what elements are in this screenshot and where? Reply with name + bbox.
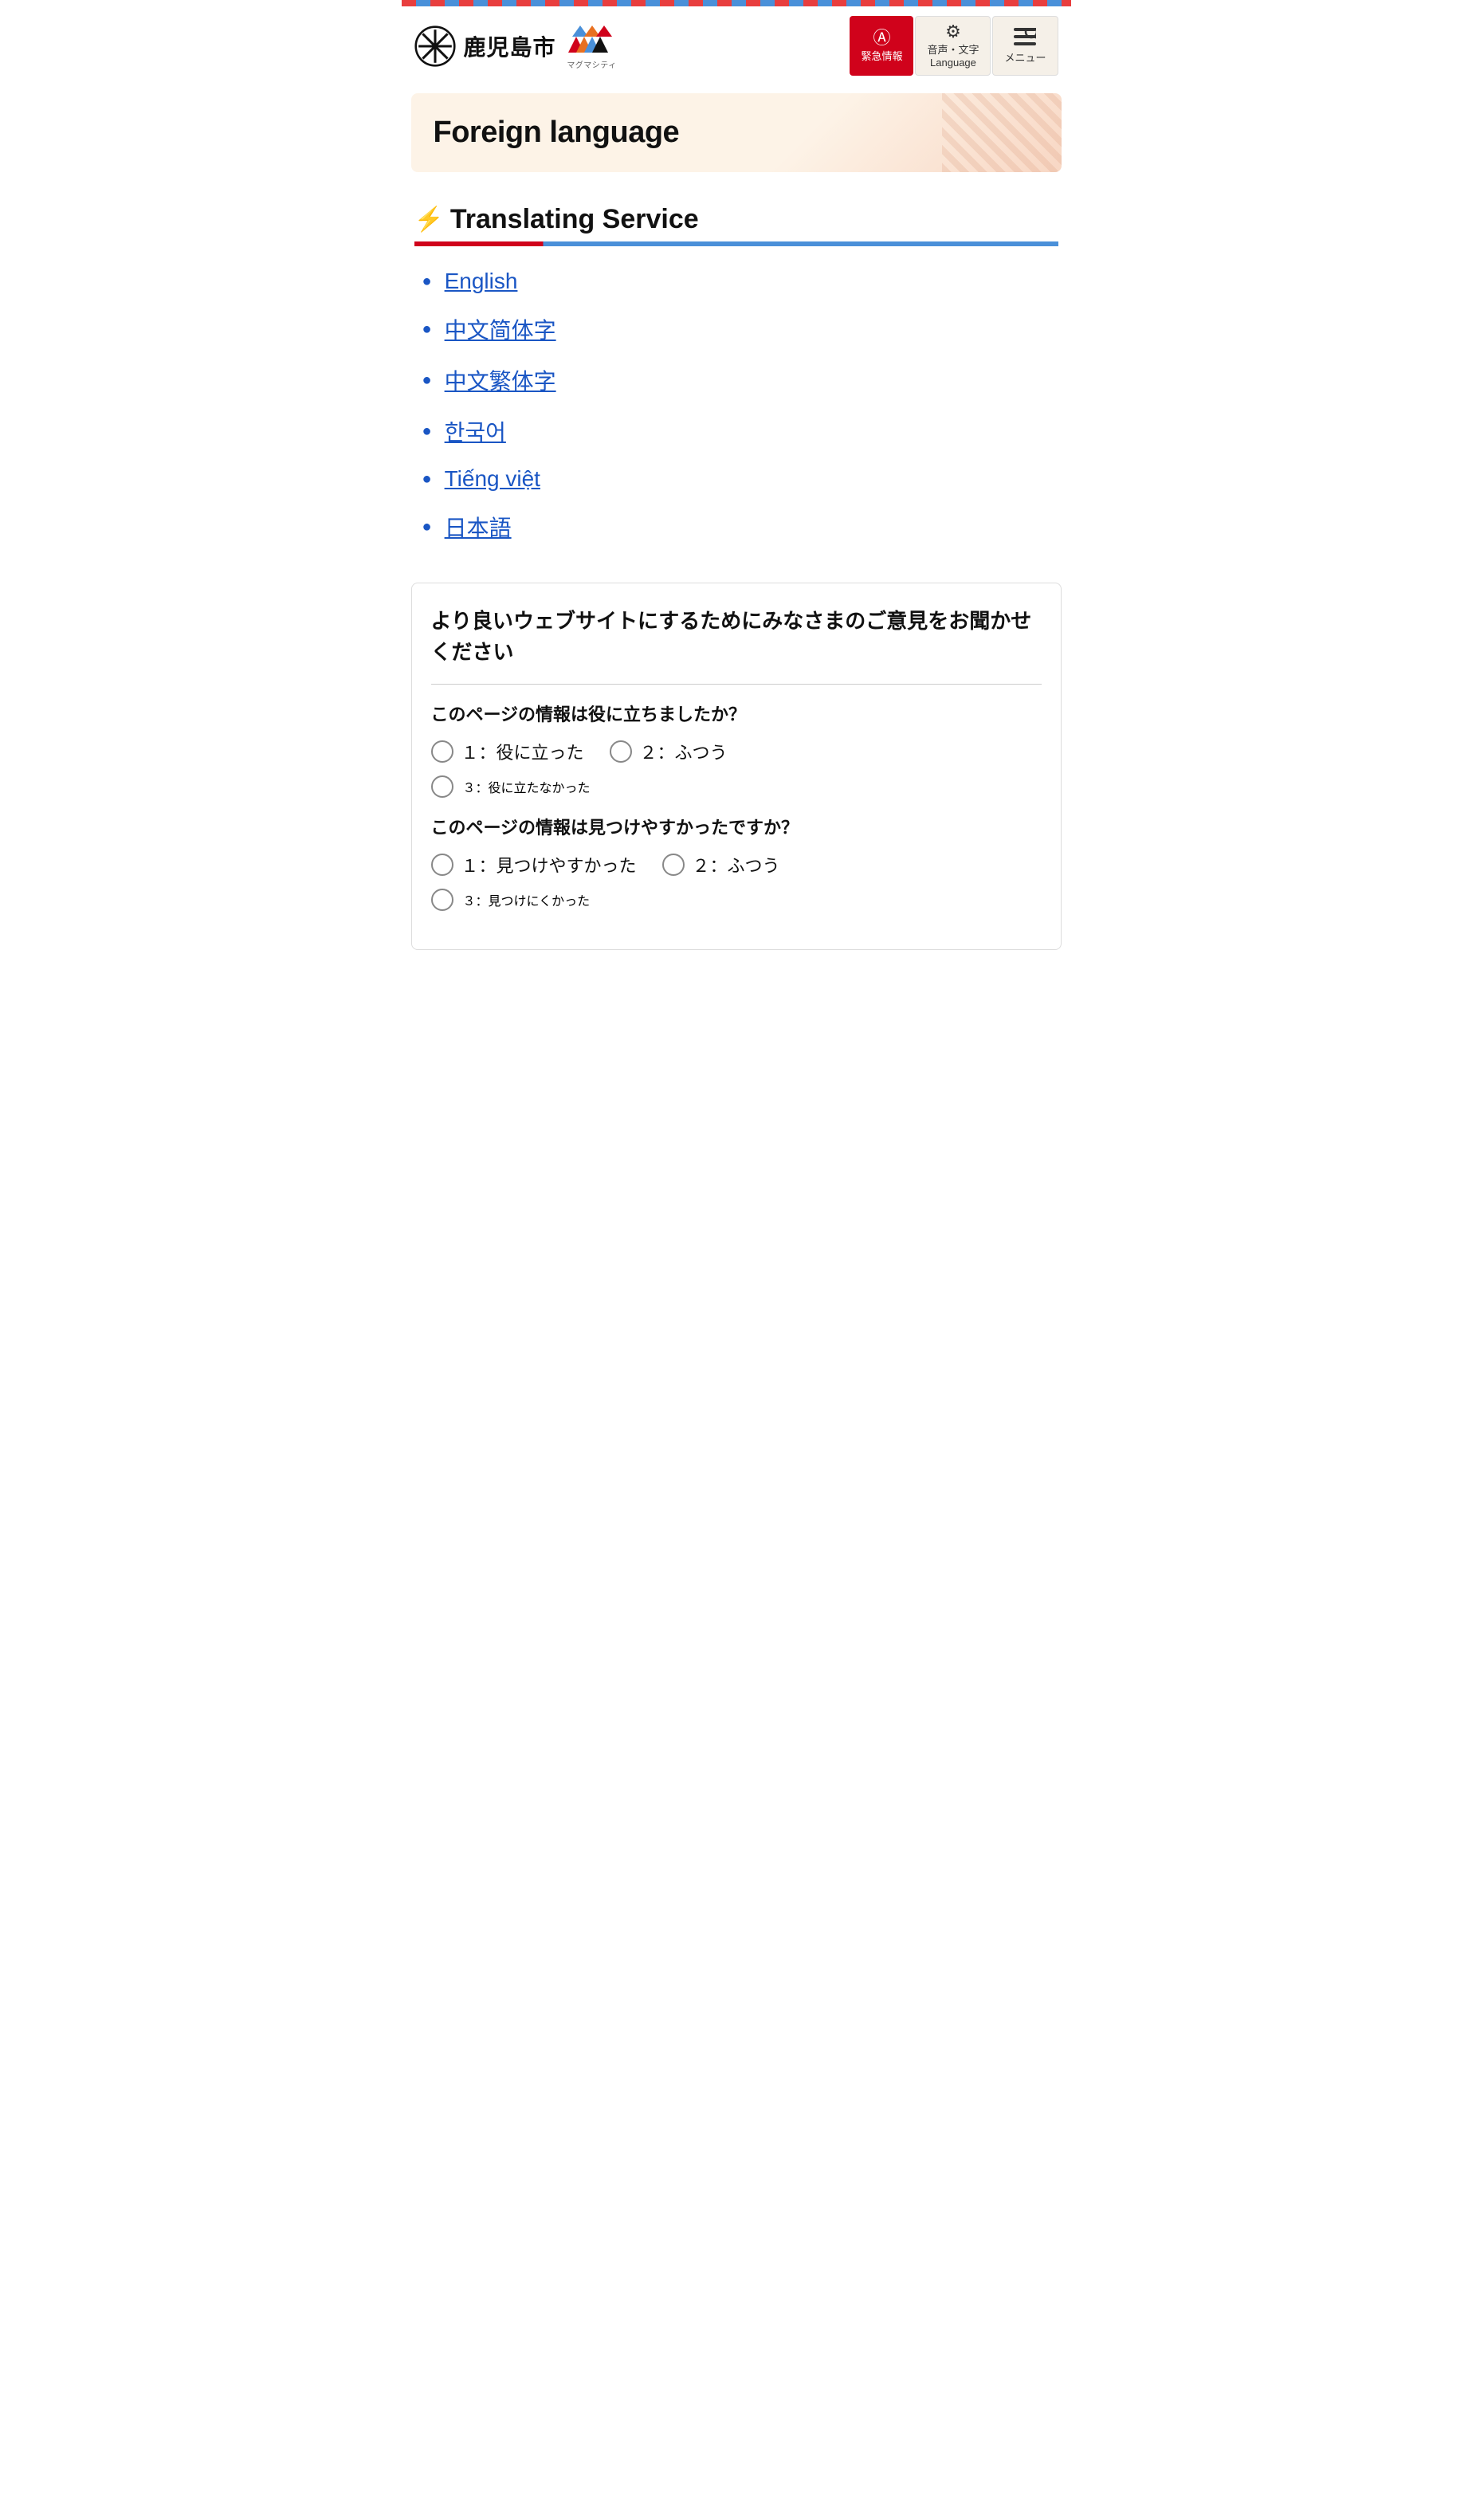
emergency-label: 緊急情報 <box>861 50 902 63</box>
english-link[interactable]: English <box>445 269 518 294</box>
magma-city-logo: マグマシティ <box>564 22 620 70</box>
emergency-icon: Ⓐ <box>873 29 890 47</box>
traditional-chinese-link[interactable]: 中文繁体字 <box>445 364 556 396</box>
menu-button[interactable]: メニュー <box>992 16 1058 76</box>
japanese-link[interactable]: 日本語 <box>445 511 512 543</box>
feedback-options-solo-1: ３：役に立たなかった <box>431 775 1042 798</box>
radio-2-3[interactable] <box>431 889 453 911</box>
feedback-option-1-2: ２：ふつう <box>610 739 728 764</box>
top-border <box>402 0 1071 6</box>
feedback-title: より良いウェブサイトにするためにみなさまのご意見をお聞かせください <box>431 606 1042 668</box>
feedback-option-2-1: １：見つけやすかった <box>431 852 637 877</box>
section-title: ⚡ Translating Service <box>414 204 1058 235</box>
section-divider <box>414 241 1058 246</box>
header: 鹿児島市 マグマシティ Ⓐ 緊急情報 ⚙ 音声・文字Language <box>402 6 1071 85</box>
magma-city-label: マグマシティ <box>567 58 616 70</box>
city-name: 鹿児島市 <box>464 30 556 62</box>
emergency-button[interactable]: Ⓐ 緊急情報 <box>850 16 913 76</box>
list-item: 한국어 <box>422 415 1050 447</box>
list-item: Tiếng việt <box>422 466 1050 492</box>
list-item: 中文简体字 <box>422 313 1050 345</box>
list-item: 日本語 <box>422 511 1050 543</box>
language-button[interactable]: ⚙ 音声・文字Language <box>915 16 991 76</box>
feedback-option-label-1-2: ２：ふつう <box>640 739 728 764</box>
language-label: 音声・文字Language <box>927 44 979 69</box>
radio-1-1[interactable] <box>431 740 453 763</box>
city-emblem-icon <box>414 26 456 67</box>
list-item: 中文繁体字 <box>422 364 1050 396</box>
gear-icon: ⚙ <box>945 23 961 41</box>
feedback-option-label-2-2: ２：ふつう <box>693 852 780 877</box>
feedback-box: より良いウェブサイトにするためにみなさまのご意見をお聞かせください このページの… <box>411 583 1062 950</box>
feedback-divider <box>431 684 1042 685</box>
header-buttons: Ⓐ 緊急情報 ⚙ 音声・文字Language メニュー <box>850 16 1058 76</box>
feedback-question-2: このページの情報は見つけやすかったですか？ <box>431 814 1042 839</box>
feedback-options-solo-2: ３：見つけにくかった <box>431 889 1042 911</box>
translating-service-section: ⚡ Translating Service English 中文简体字 中文繁体… <box>402 180 1071 575</box>
feedback-question-1: このページの情報は役に立ちましたか？ <box>431 701 1042 726</box>
radio-2-2[interactable] <box>662 854 685 876</box>
menu-label: メニュー <box>1004 52 1046 65</box>
feedback-option-label-2-1: １：見つけやすかった <box>461 852 637 877</box>
radio-1-2[interactable] <box>610 740 632 763</box>
hero-banner: Foreign language <box>411 93 1062 172</box>
feedback-options-row-1: １：役に立った ２：ふつう <box>431 739 1042 764</box>
korean-link[interactable]: 한국어 <box>445 415 506 447</box>
feedback-option-label-1-1: １：役に立った <box>461 739 584 764</box>
list-item: English <box>422 269 1050 294</box>
feedback-option-label-2-3: ３：見つけにくかった <box>463 890 591 909</box>
simplified-chinese-link[interactable]: 中文简体字 <box>445 313 556 345</box>
menu-icon <box>1014 28 1036 49</box>
language-list: English 中文简体字 中文繁体字 한국어 Tiếng việt 日本語 <box>414 269 1058 543</box>
logo-area: 鹿児島市 マグマシティ <box>414 22 620 70</box>
bolt-icon: ⚡ <box>414 206 444 234</box>
hero-title: Foreign language <box>434 116 1039 150</box>
feedback-option-2-2: ２：ふつう <box>662 852 780 877</box>
radio-2-1[interactable] <box>431 854 453 876</box>
radio-1-3[interactable] <box>431 775 453 798</box>
feedback-option-1-1: １：役に立った <box>431 739 584 764</box>
vietnamese-link[interactable]: Tiếng việt <box>445 466 540 492</box>
feedback-option-label-1-3: ３：役に立たなかった <box>463 777 591 796</box>
feedback-options-row-2: １：見つけやすかった ２：ふつう <box>431 852 1042 877</box>
